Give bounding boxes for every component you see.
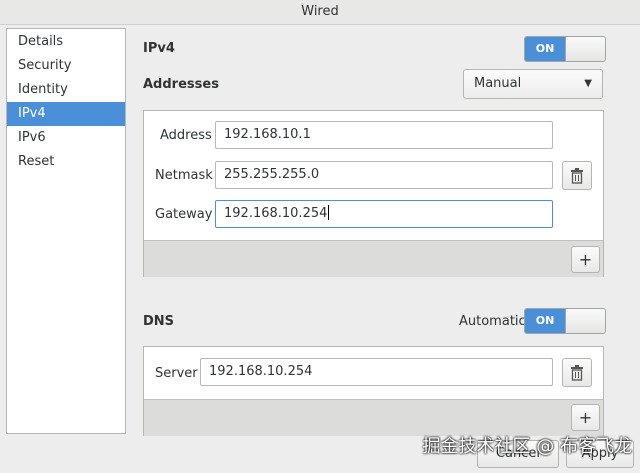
- add-dns-button[interactable]: +: [571, 404, 600, 431]
- window-titlebar: Wired: [0, 0, 640, 25]
- addresses-label: Addresses: [143, 77, 219, 92]
- add-address-button[interactable]: +: [571, 246, 600, 273]
- text-cursor: [328, 205, 330, 220]
- window-title: Wired: [301, 4, 339, 19]
- sidebar: Details Security Identity IPv4 IPv6 Rese…: [6, 28, 126, 434]
- addresses-toolbar: [144, 240, 603, 277]
- addresses-method-value: Manual: [474, 76, 522, 91]
- ipv4-toggle-on-label: ON: [525, 37, 565, 61]
- sidebar-item-reset[interactable]: Reset: [7, 150, 125, 174]
- sidebar-item-security[interactable]: Security: [7, 54, 125, 78]
- netmask-label: Netmask: [155, 168, 213, 183]
- dns-automatic-label: Automatic: [459, 314, 526, 329]
- chevron-down-icon: ▼: [584, 78, 592, 89]
- sidebar-item-ipv6[interactable]: IPv6: [7, 126, 125, 150]
- delete-dns-button[interactable]: [562, 358, 592, 387]
- gateway-field-value: 192.168.10.254: [224, 206, 328, 221]
- gateway-label: Gateway: [155, 207, 213, 222]
- ipv4-title: IPv4: [143, 41, 175, 56]
- dns-server-field[interactable]: 192.168.10.254: [200, 358, 553, 386]
- sidebar-item-ipv4[interactable]: IPv4: [7, 102, 125, 126]
- netmask-field[interactable]: 255.255.255.0: [215, 161, 553, 189]
- addresses-method-dropdown[interactable]: Manual ▼: [463, 69, 603, 99]
- dns-toggle-knob: [565, 309, 605, 333]
- dns-server-label: Server: [155, 366, 198, 381]
- address-label: Address: [160, 128, 212, 143]
- delete-address-button[interactable]: [562, 161, 592, 190]
- ipv4-toggle-knob: [565, 37, 605, 61]
- sidebar-item-identity[interactable]: Identity: [7, 78, 125, 102]
- dns-title: DNS: [143, 314, 175, 329]
- watermark: 掘金技术社区 @ 布客飞龙: [422, 436, 632, 457]
- dns-automatic-toggle[interactable]: ON: [524, 308, 606, 334]
- address-field[interactable]: 192.168.10.1: [215, 121, 553, 149]
- gateway-field[interactable]: 192.168.10.254: [215, 200, 553, 228]
- ipv4-toggle[interactable]: ON: [524, 36, 606, 62]
- trash-icon: [571, 365, 583, 381]
- dns-toolbar: [144, 399, 603, 436]
- trash-icon: [571, 168, 583, 184]
- sidebar-item-details[interactable]: Details: [7, 30, 125, 54]
- dns-toggle-on-label: ON: [525, 309, 565, 333]
